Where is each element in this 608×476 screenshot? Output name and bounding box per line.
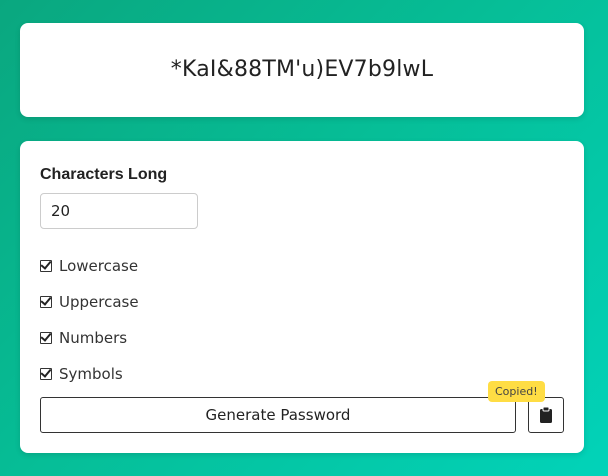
generate-password-button[interactable]: Generate Password [40,397,516,433]
length-input[interactable] [40,193,198,229]
clipboard-icon [540,406,552,423]
numbers-label: Numbers [59,329,128,347]
symbols-label: Symbols [59,365,123,383]
numbers-option[interactable]: Numbers [40,329,127,347]
copy-button[interactable] [528,397,564,433]
numbers-checkbox[interactable] [40,332,52,344]
symbols-checkbox[interactable] [40,368,52,380]
length-label: Characters Long [40,166,168,183]
uppercase-checkbox[interactable] [40,296,52,308]
uppercase-option[interactable]: Uppercase [40,293,139,311]
password-display-card: *KaI&88TM'u)EV7b9lwL [20,23,584,117]
lowercase-option[interactable]: Lowercase [40,257,138,275]
settings-card: Characters Long Lowercase Uppercase Numb… [20,141,584,453]
symbols-option[interactable]: Symbols [40,365,123,383]
uppercase-label: Uppercase [59,293,139,311]
lowercase-label: Lowercase [59,257,139,275]
lowercase-checkbox[interactable] [40,260,52,272]
generated-password: *KaI&88TM'u)EV7b9lwL [170,56,434,82]
copied-tooltip: Copied! [488,381,545,402]
